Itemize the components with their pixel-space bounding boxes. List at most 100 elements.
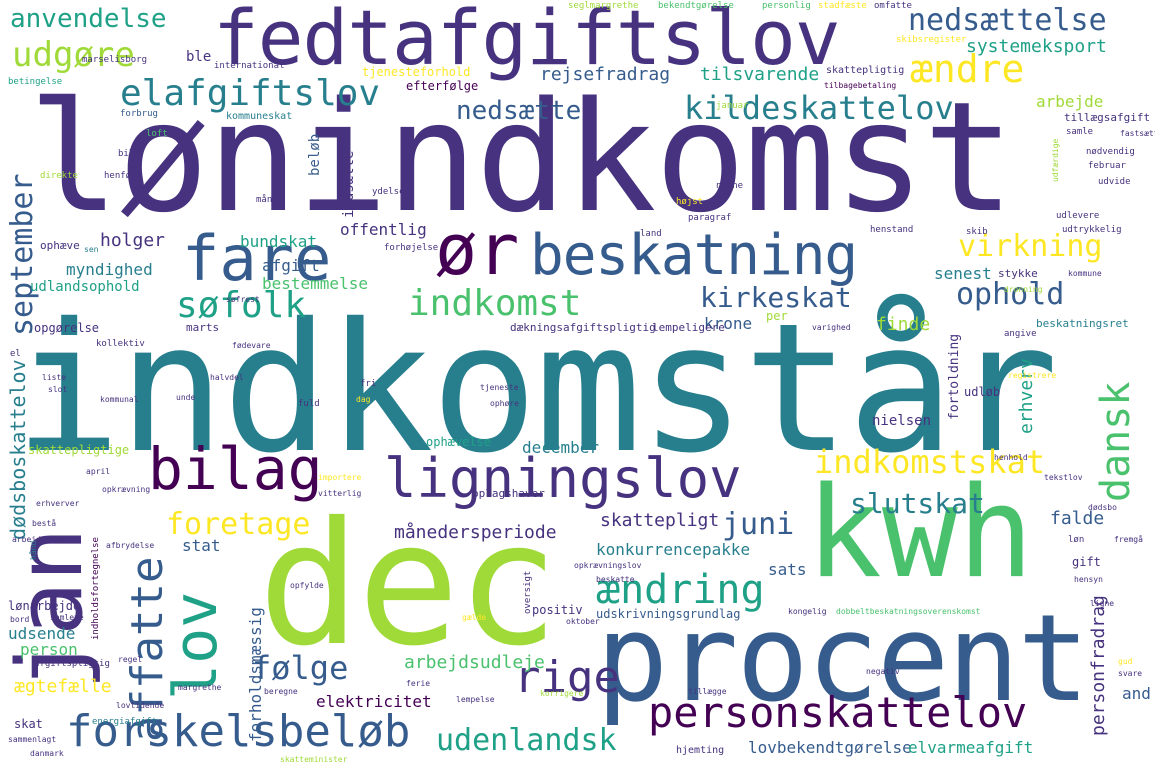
word-hensyn: hensyn: [1074, 575, 1103, 584]
word-slot: slot: [48, 385, 68, 394]
word-dobbeltbeskatningsoverenskomst: dobbeltbeskatningsoverenskomst: [836, 607, 981, 616]
word-el: el: [10, 349, 21, 359]
word-lempeligere: lempeligere: [652, 321, 725, 334]
word-efterfolge: efterfølge: [406, 79, 479, 93]
word-negativ: negativ: [866, 667, 900, 676]
word-offentlig: offentlig: [340, 220, 427, 239]
word-sofolk: søfolk: [176, 285, 307, 326]
word-lempelse: lempelse: [456, 695, 495, 704]
word-erhverv: erhverv: [1016, 358, 1037, 434]
word-samle: samle: [1066, 127, 1094, 137]
word-halvdel: halvdel: [210, 373, 244, 382]
word-omfatte: omfatte: [874, 1, 912, 11]
word-henstand: henstand: [870, 225, 914, 235]
word-bilag: bilag: [148, 435, 323, 503]
word-hjemting: hjemting: [676, 745, 725, 756]
word-udlandsophold: udlandsophold: [30, 279, 140, 295]
word-margrethe: margrethe: [178, 683, 222, 692]
word-systemeksport: systemeksport: [966, 36, 1107, 57]
word-unde: unde: [176, 393, 196, 402]
word-oplagshaver: oplagshaver: [472, 487, 545, 500]
word-bundskat: bundskat: [240, 232, 318, 251]
word-kommuneskat: kommuneskat: [226, 111, 293, 122]
word-skattepligt: skattepligt: [600, 510, 720, 531]
word-direkte: direkte: [40, 171, 78, 181]
word-energiafgift: energiafgift: [92, 717, 158, 727]
word-sen: sen: [84, 245, 99, 254]
word-tilsvarende: tilsvarende: [700, 64, 820, 85]
word-importere: importere: [318, 473, 362, 482]
word-forholdsmaessig: forholdsmæssig: [246, 607, 265, 742]
word-januar: januar: [716, 101, 749, 111]
word-kirkeskat: kirkeskat: [700, 281, 852, 314]
word-paragraf: paragraf: [688, 213, 732, 223]
word-falde: falde: [1050, 508, 1105, 529]
word-anvendelse: anvendelse: [10, 4, 167, 34]
word-beregne: beregne: [264, 687, 298, 696]
word-tjeneste: tjeneste: [480, 383, 519, 392]
word-bil: bil: [118, 149, 135, 159]
word-erhverver: erhverver: [36, 499, 80, 508]
word-samleve: samleve: [50, 613, 84, 622]
word-elvarmeafgift: elvarmeafgift: [908, 738, 1034, 757]
word-opkraevningslov: opkrævningslov: [574, 561, 642, 570]
word-udlevere: udlevere: [1056, 211, 1100, 221]
word-svare: svare: [1118, 669, 1143, 678]
word-maned: måned: [256, 195, 284, 205]
word-september: september: [5, 173, 40, 336]
word-sammenlagt: sammenlagt: [8, 735, 57, 744]
word-dag: dag: [356, 395, 371, 404]
word-belob: beløb: [307, 133, 323, 176]
word-oktober: oktober: [566, 617, 600, 626]
word-hojst: højst: [676, 197, 704, 207]
word-juni: juni: [722, 507, 795, 542]
word-ophaevelse: ophævelse: [426, 435, 492, 449]
word-elafgiftslov: elafgiftslov: [120, 73, 381, 114]
word-gift: gift: [1072, 555, 1101, 569]
word-nedsaette: nedsætte: [456, 96, 582, 126]
word-ophore: ophøre: [490, 399, 519, 408]
word-dodsbo: dødsbo: [1088, 503, 1117, 512]
word-dansk: dansk: [1093, 381, 1139, 502]
word-april: april: [86, 467, 111, 476]
word-kommune: kommune: [1068, 269, 1102, 278]
word-stadfaeste: stadfæste: [818, 1, 867, 11]
word-februar: februar: [1088, 161, 1126, 171]
word-varighed: varighed: [812, 323, 851, 332]
word-arbejdsudleje: arbejdsudleje: [404, 652, 545, 673]
word-fri: fri: [360, 379, 377, 389]
word-sofrest: søfrest: [226, 295, 260, 304]
word-ophaeve: ophæve: [40, 239, 80, 252]
word-loft: loft: [146, 129, 168, 139]
word-forhojelse: forhøjelse: [384, 243, 439, 253]
word-indkomst: indkomst: [408, 283, 582, 324]
word-marts: marts: [186, 321, 220, 334]
word-kommunal: kommunal: [100, 395, 139, 404]
word-finde: finde: [876, 314, 931, 335]
word-person: person: [20, 640, 78, 659]
word-elektricitet: elektricitet: [316, 692, 432, 711]
word-rejsefradrag: rejsefradrag: [540, 64, 671, 85]
word-cloud: lønindkomst indkomstår dec kwh procent f…: [0, 0, 1155, 770]
word-land: land: [640, 229, 662, 239]
word-udfaerdige: udfærdige: [1051, 138, 1060, 182]
word-fortoldning: fortoldning: [947, 333, 962, 420]
word-aegtefaelle: ægtefælle: [14, 676, 112, 697]
word-besta: bestå: [32, 519, 57, 528]
word-stat: stat: [182, 536, 221, 555]
word-henhold: henhold: [994, 453, 1028, 462]
word-beskatning: beskatning: [530, 223, 858, 288]
word-angive: angive: [1004, 329, 1037, 339]
word-gaelde: gælde: [462, 613, 487, 622]
word-nielsen: nielsen: [872, 413, 932, 429]
word-marselisborg: marselisborg: [82, 55, 148, 65]
word-nodvendig: nødvendig: [1086, 147, 1135, 157]
word-lovbekendtgorelse: lovbekendtgørelse: [748, 738, 912, 757]
word-personlig: personlig: [762, 1, 811, 11]
word-stykke: stykke: [998, 267, 1038, 280]
word-danmark: danmark: [30, 749, 64, 758]
word-per: per: [766, 309, 788, 323]
word-tjenesteforhold: tjenesteforhold: [362, 65, 471, 79]
word-indholdsfortegnelse: indholdsfortegnelse: [91, 537, 101, 640]
word-tekstlov: tekstlov: [1044, 473, 1083, 482]
